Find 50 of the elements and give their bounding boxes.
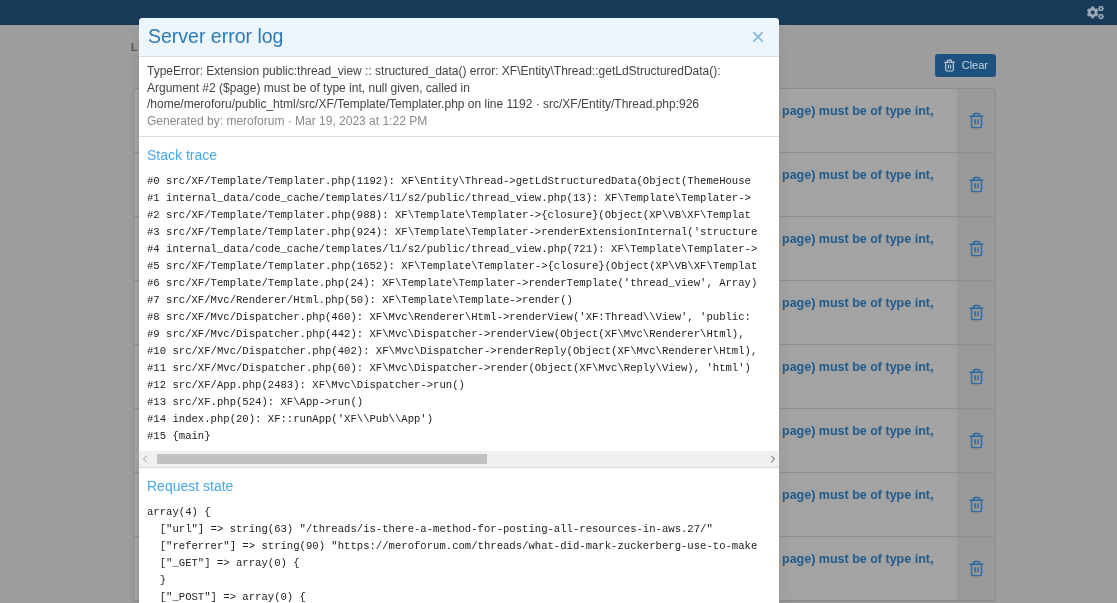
code-line: array(4) { (147, 504, 211, 520)
code-line: #1 internal_data/code_cache/templates/l1/s2/public/thread_view.php(13): XF\Template\Templater-> (147, 190, 751, 206)
breadcrumb[interactable]: L (131, 41, 138, 53)
scrollbar-thumb[interactable] (157, 453, 487, 464)
horizontal-scrollbar[interactable] (139, 450, 779, 467)
trash-icon (967, 304, 985, 321)
code-line: ["url"] => string(63) "/threads/is-there-a-method-for-posting-all-resources-in-aws.27/" (158, 521, 713, 537)
trash-icon (967, 112, 985, 129)
clear-button[interactable]: Clear (934, 54, 996, 77)
log-message[interactable]: page) must be of type int, (782, 360, 934, 374)
close-button[interactable]: × (751, 25, 765, 49)
code-line: #6 src/XF/Template/Template.php(24): XF\Template\Templater->renderTemplate('thread_view', Array) (147, 275, 758, 291)
code-line: #0 src/XF/Template/Templater.php(1192): XF\Entity\Thread->getLdStructuredData(Object(ThemeHouse (147, 173, 751, 189)
code-line: #5 src/XF/Template/Templater.php(1652): XF\Template\Templater->{closure}(Object(XP\VB\XF\Templat (147, 258, 758, 274)
log-message[interactable]: page) must be of type int, (782, 424, 934, 438)
log-message[interactable]: page) must be of type int, (782, 168, 934, 182)
code-line: ["_POST"] => array(0) { (158, 589, 306, 603)
code-line: #2 src/XF/Template/Templater.php(988): XF\Template\Templater->{closure}(Object(XP\VB\XF\Templat (147, 207, 751, 223)
code-line: #10 src/XF/Mvc/Dispatcher.php(402): XF\Mvc\Dispatcher->renderReply(Object(XF\Mvc\Renderer\Html), (147, 343, 758, 359)
error-message: TypeError: Extension public:thread_view :: structured_data() error: XF\Entity\Thread::getLdStructuredData(): Argument #2 ($page) must be of type int, null given, called in /home/meroforu/public_html/src/XF/Template/Templater.php on line 1192 · src/XF/Entity/Thread.php:926 (147, 63, 722, 113)
log-message[interactable]: page) must be of type int, (782, 296, 934, 310)
trash-icon (942, 59, 956, 72)
log-message[interactable]: page) must be of type int, (782, 104, 934, 118)
code-line: ["_GET"] => array(0) { (158, 555, 300, 571)
trash-icon (967, 560, 985, 577)
code-line: #15 {main} (147, 428, 211, 444)
trash-icon (967, 432, 985, 449)
generated-info: Generated by: meroforum · Mar 19, 2023 at 1:22 PM (147, 112, 429, 130)
code-line: #12 src/XF/App.php(2483): XF\Mvc\Dispatcher->run() (147, 377, 465, 393)
log-message[interactable]: page) must be of type int, (782, 552, 934, 566)
gears-icon[interactable] (1087, 4, 1104, 21)
trash-icon (967, 368, 985, 385)
code-line: #3 src/XF/Template/Templater.php(924): XF\Template\Templater->renderExtensionInternal('structure (147, 224, 758, 240)
code-line: #4 internal_data/code_cache/templates/l1/s2/public/thread_view.php(721): XF\Template\Templater-> (147, 241, 758, 257)
trash-icon (967, 240, 985, 257)
trash-icon (967, 176, 985, 193)
dialog-title: Server error log (148, 24, 284, 50)
section-heading: Request state (147, 477, 234, 494)
trash-icon (967, 496, 985, 513)
code-line: } (158, 572, 167, 588)
code-line: #11 src/XF/Mvc/Dispatcher.php(60): XF\Mvc\Dispatcher->render(Object(XF\Mvc\Reply\View), 'html') (147, 360, 751, 376)
section-heading: Stack trace (147, 146, 218, 163)
code-line: #8 src/XF/Mvc/Dispatcher.php(460): XF\Mvc\Renderer\Html->renderView('XF:Thread\\View', 'public: (147, 309, 751, 325)
log-message[interactable]: page) must be of type int, (782, 488, 934, 502)
code-line: #9 src/XF/Mvc/Dispatcher.php(442): XF\Mvc\Dispatcher->renderView(Object(XF\Mvc\Renderer\Html), (147, 326, 745, 342)
log-message[interactable]: page) must be of type int, (782, 232, 934, 246)
code-line: #13 src/XF.php(524): XF\App->run() (147, 394, 364, 410)
code-line: ["referrer"] => string(90) "https://meroforum.com/threads/what-did-mark-zuckerberg-use-to-make (158, 538, 758, 554)
code-line: #7 src/XF/Mvc/Renderer/Html.php(50): XF\Template\Template->render() (147, 292, 573, 308)
code-line: #14 index.php(20): XF::runApp('XF\\Pub\\App') (147, 411, 434, 427)
